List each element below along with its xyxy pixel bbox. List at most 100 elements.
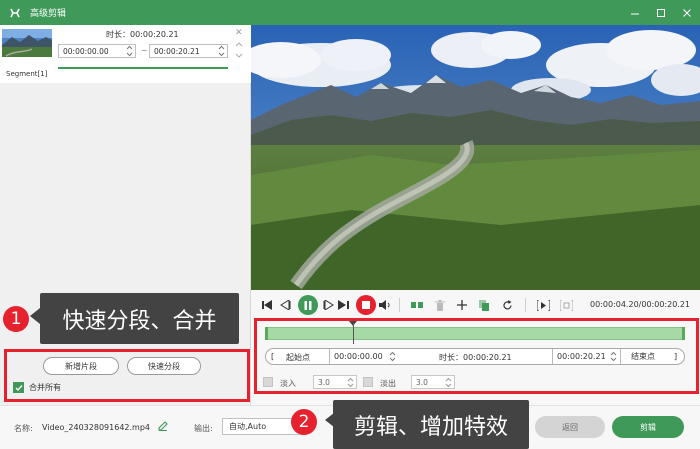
skip-end-icon bbox=[338, 300, 349, 310]
segment-range-bar bbox=[58, 67, 228, 69]
end-time-field[interactable]: 00:00:20.21 bbox=[552, 349, 620, 364]
skip-start-icon bbox=[262, 300, 272, 310]
capture-icon bbox=[559, 299, 573, 311]
minimize-button[interactable] bbox=[622, 0, 648, 25]
toolbar-divider bbox=[399, 298, 400, 312]
segment-reorder-icons[interactable] bbox=[234, 38, 244, 62]
spinner-icon[interactable] bbox=[445, 377, 452, 388]
pause-icon bbox=[304, 300, 312, 310]
step-forward-icon bbox=[323, 300, 334, 310]
annotation-callout-1: 快速分段、合并 bbox=[40, 293, 239, 344]
pause-button[interactable] bbox=[298, 295, 318, 315]
output-label: 输出: bbox=[194, 424, 213, 433]
name-label: 名称: bbox=[14, 424, 33, 433]
time-separator: ~ bbox=[141, 46, 148, 55]
file-name: Video_240328091642.mp4 bbox=[42, 423, 150, 432]
start-bracket-icon: [ bbox=[271, 352, 275, 361]
spinner-icon[interactable] bbox=[610, 351, 617, 362]
segment-name: Segment[1] bbox=[6, 70, 48, 78]
spinner-icon[interactable] bbox=[218, 45, 225, 57]
stop-button[interactable] bbox=[356, 295, 376, 315]
window-title: 高级剪辑 bbox=[30, 9, 67, 19]
delete-button[interactable] bbox=[433, 298, 447, 312]
timeline-end-handle[interactable] bbox=[682, 327, 685, 340]
copy-segment-button[interactable] bbox=[477, 298, 491, 312]
spinner-icon[interactable] bbox=[347, 377, 354, 388]
set-end-label: 结束点 bbox=[631, 352, 655, 361]
annotation-number-2: 2 bbox=[291, 409, 317, 435]
step-back-icon bbox=[280, 300, 291, 310]
segment-thumbnail bbox=[2, 29, 52, 57]
segment-actions-highlight bbox=[4, 349, 250, 402]
close-window-button[interactable] bbox=[674, 0, 700, 25]
next-frame-button[interactable] bbox=[321, 298, 335, 312]
end-time-value: 00:00:20.21 bbox=[557, 352, 606, 361]
skip-to-end-button[interactable] bbox=[337, 298, 351, 312]
segment-end-time-value: 00:00:20.21 bbox=[154, 46, 200, 56]
segment-card[interactable]: Segment[1] 时长：00:00:20.21 ✕ 00:00:00.00 … bbox=[0, 25, 251, 83]
end-bracket-icon: ] bbox=[674, 352, 678, 361]
toolbar-divider bbox=[525, 298, 526, 312]
annotation-callout-2: 剪辑、增加特效 bbox=[333, 400, 529, 449]
previous-frame-button[interactable] bbox=[279, 298, 293, 312]
trim-duration: 时长：00:00:20.21 bbox=[439, 353, 512, 362]
rotate-icon bbox=[502, 299, 512, 309]
volume-icon bbox=[379, 300, 390, 310]
trim-range-bar: [ 起始点 00:00:00.00 时长：00:00:20.21 00:00:2… bbox=[265, 348, 685, 365]
landscape-frame bbox=[251, 25, 700, 290]
segment-start-time-value: 00:00:00.00 bbox=[63, 46, 109, 56]
fade-out-value: 3.0 bbox=[416, 377, 428, 387]
start-time-value: 00:00:00.00 bbox=[334, 352, 383, 361]
close-icon bbox=[683, 8, 691, 17]
spinner-icon[interactable] bbox=[389, 351, 396, 362]
maximize-icon bbox=[657, 8, 665, 17]
title-bar: 高级剪辑 bbox=[0, 0, 700, 25]
copy-icon bbox=[479, 299, 489, 311]
trash-icon bbox=[435, 299, 445, 311]
segment-end-time-field[interactable]: 00:00:20.21 bbox=[149, 44, 228, 58]
editor-controls-panel: 00:00:04.20/00:00:20.21 [ 起始点 00:00:00.0… bbox=[251, 290, 700, 405]
edit-name-icon[interactable] bbox=[158, 421, 168, 434]
reset-button[interactable] bbox=[500, 298, 514, 312]
skip-to-start-button[interactable] bbox=[261, 298, 275, 312]
timeline-start-handle[interactable] bbox=[265, 327, 268, 340]
fade-in-input[interactable]: 3.0 bbox=[313, 375, 357, 389]
snapshot-button[interactable] bbox=[559, 298, 573, 312]
merge-all-checkbox[interactable]: 合并所有 bbox=[13, 382, 61, 393]
add-marker-button[interactable] bbox=[455, 298, 469, 312]
app-logo-icon bbox=[8, 6, 22, 20]
set-start-button[interactable]: 起始点 bbox=[286, 352, 310, 363]
start-time-field[interactable]: 00:00:00.00 bbox=[329, 349, 399, 364]
video-preview[interactable] bbox=[251, 25, 700, 290]
play-selection-button[interactable] bbox=[536, 298, 550, 312]
fade-in-value: 3.0 bbox=[318, 377, 330, 387]
quick-split-button[interactable]: 快速分段 bbox=[127, 357, 201, 375]
checkbox-checked-icon[interactable] bbox=[13, 382, 24, 393]
annotation-number-1: 1 bbox=[3, 306, 29, 332]
maximize-button[interactable] bbox=[648, 0, 674, 25]
output-format-select[interactable]: 自动,Auto bbox=[222, 418, 302, 435]
fade-in-checkbox[interactable] bbox=[263, 377, 273, 387]
segment-start-time-field[interactable]: 00:00:00.00 bbox=[58, 44, 136, 58]
playhead[interactable] bbox=[353, 322, 354, 344]
output-format-value: 自动,Auto bbox=[229, 422, 267, 431]
bracket-play-icon bbox=[536, 299, 550, 311]
cut-button[interactable]: 剪辑 bbox=[612, 416, 684, 438]
volume-button[interactable] bbox=[378, 298, 392, 312]
spinner-icon[interactable] bbox=[126, 45, 133, 57]
fade-in-label: 淡入 bbox=[280, 379, 296, 388]
fade-out-input[interactable]: 3.0 bbox=[411, 375, 455, 389]
playback-time: 00:00:04.20/00:00:20.21 bbox=[590, 300, 690, 309]
timeline-track[interactable] bbox=[265, 321, 685, 344]
segment-close-icon[interactable]: ✕ bbox=[235, 28, 243, 38]
merge-all-label: 合并所有 bbox=[29, 383, 61, 392]
plus-icon bbox=[457, 300, 467, 310]
back-button[interactable]: 返回 bbox=[535, 416, 605, 438]
split-icon bbox=[411, 302, 423, 308]
new-segment-button[interactable]: 新增片段 bbox=[43, 357, 119, 375]
split-button[interactable] bbox=[410, 298, 424, 312]
segment-duration: 时长：00:00:20.21 bbox=[106, 30, 179, 39]
stop-icon bbox=[362, 301, 370, 309]
fade-out-checkbox[interactable] bbox=[363, 377, 373, 387]
callout-pointer bbox=[30, 308, 40, 324]
